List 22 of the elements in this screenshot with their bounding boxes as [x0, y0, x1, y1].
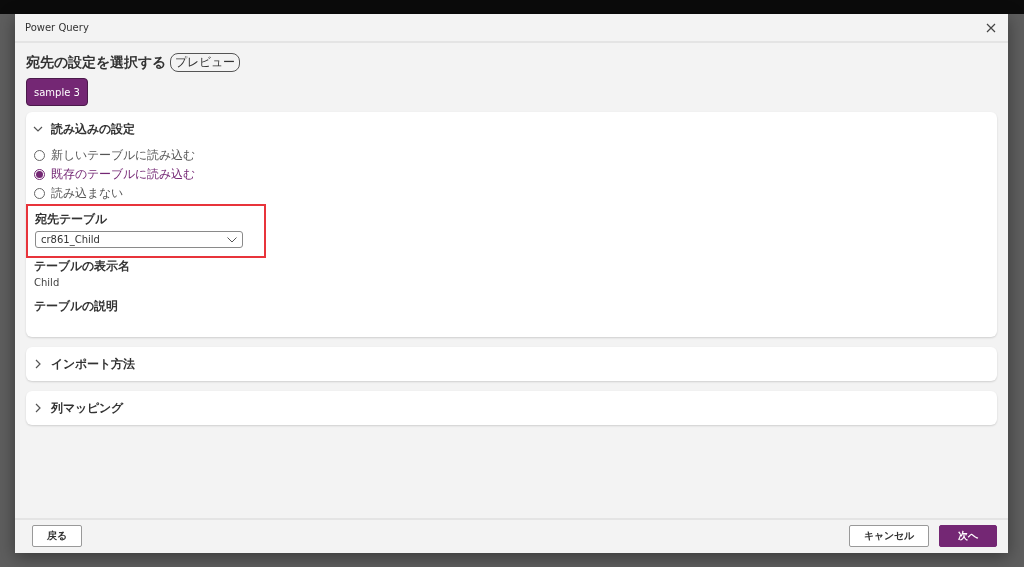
chevron-icon [33, 124, 43, 134]
cancel-button[interactable]: キャンセル [849, 524, 929, 547]
next-button[interactable]: 次へ [939, 524, 997, 547]
field-label: テーブルの表示名 [34, 258, 131, 275]
preview-tag: プレビュー [170, 53, 240, 72]
section-header[interactable]: インポート方法 [26, 347, 997, 381]
field-label: 宛先テーブル [35, 211, 108, 228]
chevron-icon [33, 403, 43, 413]
back-button[interactable]: 戻る [32, 524, 82, 547]
field-label: テーブルの説明 [34, 298, 119, 315]
query-tab[interactable]: sample 3 [26, 78, 88, 106]
radio-option[interactable]: 既存のテーブルに読み込む [34, 165, 989, 184]
section-header[interactable]: 読み込みの設定 [26, 112, 997, 146]
radio-option[interactable]: 読み込まない [34, 184, 989, 203]
page-heading: 宛先の設定を選択する [26, 53, 166, 72]
radio-option[interactable]: 新しいテーブルに読み込む [34, 146, 989, 165]
table-dropdown[interactable]: cr861_Child [35, 231, 243, 248]
chevron-icon [33, 359, 43, 369]
field-value: Child [34, 277, 61, 288]
window-title: Power Query [25, 22, 89, 33]
section-header[interactable]: 列マッピング [26, 391, 997, 425]
chevron-down-icon [227, 236, 237, 243]
